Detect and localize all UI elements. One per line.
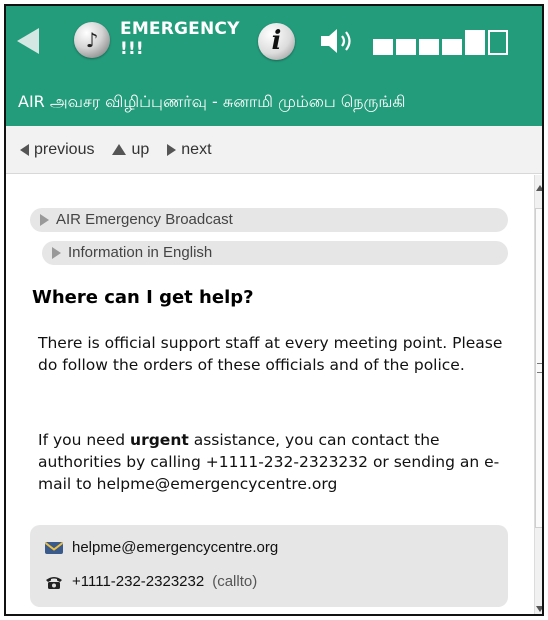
volume-segment[interactable] [465, 30, 485, 55]
volume-segment[interactable] [396, 39, 416, 55]
app-title: EMERGENCY [120, 19, 240, 39]
triangle-left-icon [20, 143, 29, 156]
contact-panel: helpme@emergencycentre.org +1111-232-232… [30, 525, 508, 607]
email-address[interactable]: helpme@emergencycentre.org [72, 539, 278, 556]
breadcrumb-air-emergency-broadcast[interactable]: AIR Emergency Broadcast [30, 208, 508, 232]
station-subtitle: AIR அவசர விழிப்புணர்வு - சுனாமி மும்பை ந… [6, 78, 542, 126]
breadcrumb-label: Information in English [68, 244, 213, 261]
speaker-icon[interactable] [319, 26, 359, 56]
expand-triangle-icon [52, 247, 61, 259]
next-label: next [181, 140, 212, 158]
scroll-grip-icon [537, 363, 542, 373]
header-bar: ♪ EMERGENCY !!! i [6, 6, 542, 78]
info-icon[interactable]: i [258, 23, 295, 60]
triangle-up-icon [112, 144, 127, 155]
back-arrow-icon[interactable] [17, 28, 39, 54]
content-area: AIR Emergency Broadcast Information in E… [6, 175, 534, 614]
next-link[interactable]: next [167, 140, 212, 159]
volume-segment[interactable] [488, 30, 508, 55]
email-contact[interactable]: helpme@emergencycentre.org [44, 539, 278, 556]
previous-label: previous [34, 140, 95, 158]
breadcrumb-label: AIR Emergency Broadcast [56, 211, 233, 228]
volume-segment[interactable] [442, 39, 462, 55]
volume-segment[interactable] [419, 39, 439, 55]
scroll-thumb[interactable] [535, 208, 542, 528]
urgent-emphasis: urgent [130, 431, 189, 449]
up-link[interactable]: up [112, 141, 149, 159]
scroll-up-icon[interactable] [536, 185, 542, 191]
volume-segment[interactable] [373, 39, 393, 55]
app-title-exclamation: !!! [120, 39, 144, 59]
previous-link[interactable]: previous [20, 141, 94, 159]
navigation-bar: previous up next [6, 126, 542, 174]
phone-callto-note: (callto) [212, 573, 258, 590]
telephone-icon [46, 576, 62, 589]
volume-meter[interactable] [373, 30, 508, 55]
urgent-text-before: If you need [38, 431, 131, 449]
app-window: ♪ EMERGENCY !!! i AIR அவசர விழிப்புணர்வு… [4, 4, 544, 616]
scroll-down-icon[interactable] [536, 606, 542, 612]
radio-ball-icon: ♪ [74, 22, 110, 58]
up-label: up [131, 140, 150, 158]
support-paragraph: There is official support staff at every… [38, 334, 503, 374]
phone-contact[interactable]: +1111-232-2323232 (callto) [44, 573, 257, 590]
phone-number[interactable]: +1111-232-2323232 [72, 573, 204, 590]
breadcrumb-information-in-english[interactable]: Information in English [42, 241, 508, 265]
expand-triangle-icon [40, 214, 49, 226]
vertical-scrollbar[interactable] [534, 175, 542, 614]
triangle-right-icon [167, 143, 177, 156]
envelope-icon [44, 541, 64, 554]
urgent-paragraph: If you need urgent assistance, you can c… [38, 429, 518, 495]
section-heading: Where can I get help? [32, 287, 254, 308]
